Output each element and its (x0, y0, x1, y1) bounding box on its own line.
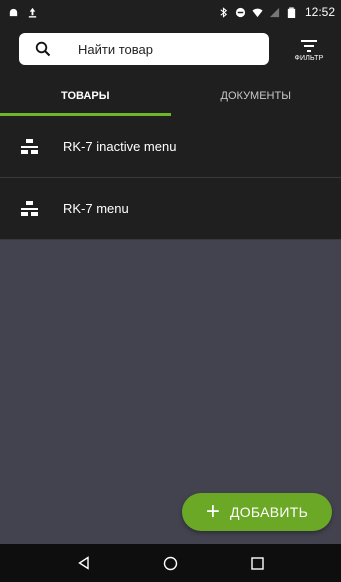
tab-goods-label: ТОВАРЫ (61, 90, 110, 102)
add-button-label: ДОБАВИТЬ (229, 504, 309, 520)
back-button[interactable] (76, 555, 92, 571)
search-field[interactable]: Найти товар (19, 33, 269, 65)
menu-hierarchy-icon (21, 139, 38, 154)
list-item-label: RK-7 inactive menu (63, 139, 177, 154)
search-input[interactable]: Найти товар (78, 42, 153, 57)
filter-button[interactable]: ФИЛЬТР (284, 32, 334, 70)
list-item[interactable]: RK-7 menu (0, 178, 341, 240)
search-icon (35, 41, 51, 57)
tab-bar: ТОВАРЫ ДОКУМЕНТЫ (0, 76, 341, 116)
filter-icon (301, 40, 317, 52)
plus-icon: + (205, 498, 220, 525)
status-bar: 12:52 (0, 0, 341, 24)
signal-icon (269, 7, 280, 17)
wifi-icon (252, 8, 263, 17)
list-item-label: RK-7 menu (63, 201, 129, 216)
recents-square-icon (251, 556, 264, 570)
android-icon (9, 8, 18, 16)
upload-icon (28, 7, 37, 18)
home-button[interactable] (163, 555, 179, 571)
tab-goods[interactable]: ТОВАРЫ (0, 76, 171, 116)
recents-button[interactable] (250, 555, 266, 571)
do-not-disturb-icon (235, 7, 246, 17)
add-button[interactable]: + ДОБАВИТЬ (182, 493, 332, 531)
list-item[interactable]: RK-7 inactive menu (0, 116, 341, 178)
status-time: 12:52 (304, 5, 335, 19)
filter-label: ФИЛЬТР (294, 55, 324, 62)
bluetooth-icon (220, 6, 228, 18)
battery-icon (287, 6, 296, 18)
home-circle-icon (163, 556, 178, 570)
tab-documents[interactable]: ДОКУМЕНТЫ (171, 76, 341, 116)
menu-list: RK-7 inactive menu RK-7 menu (0, 116, 341, 240)
top-bar: Найти товар ФИЛЬТР (0, 24, 341, 76)
menu-hierarchy-icon (21, 201, 38, 216)
back-triangle-icon (77, 556, 89, 570)
navigation-bar (0, 544, 341, 582)
tab-documents-label: ДОКУМЕНТЫ (220, 90, 291, 102)
